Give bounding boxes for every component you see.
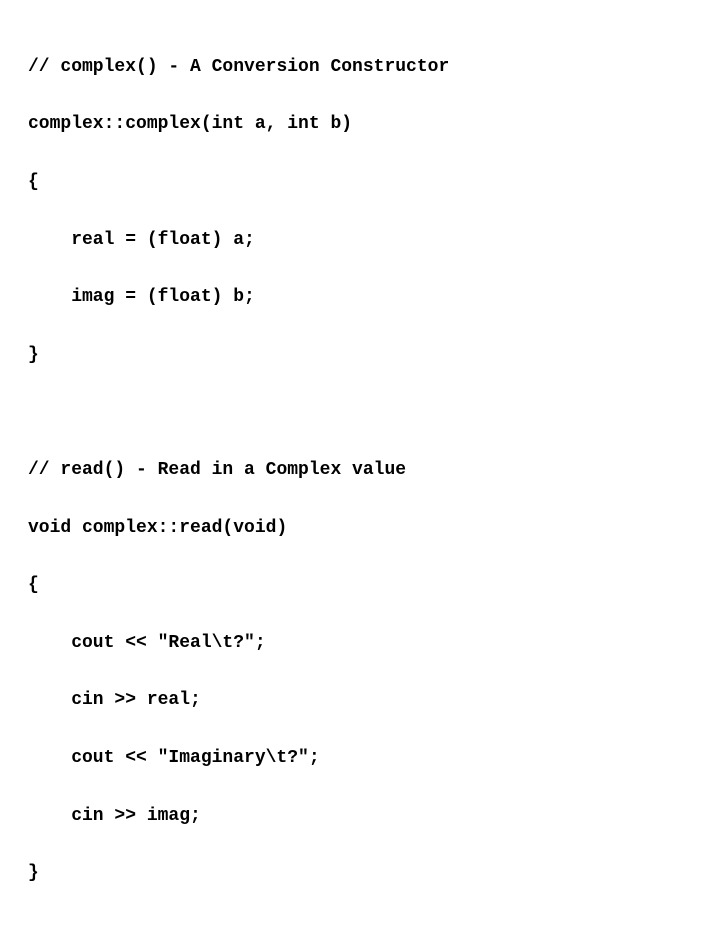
code-line: cout << "Real\t?"; — [28, 629, 692, 658]
code-line: imag = (float) b; — [28, 283, 692, 312]
code-line: { — [28, 571, 692, 600]
code-line: // complex() - A Conversion Constructor — [28, 53, 692, 82]
code-line: cin >> imag; — [28, 802, 692, 831]
code-line: real = (float) a; — [28, 226, 692, 255]
code-line — [28, 398, 692, 427]
code-line: // read() - Read in a Complex value — [28, 456, 692, 485]
code-line: { — [28, 168, 692, 197]
code-line: } — [28, 859, 692, 888]
code-line: cout << "Imaginary\t?"; — [28, 744, 692, 773]
code-line: cin >> real; — [28, 686, 692, 715]
code-snippet: // complex() - A Conversion Constructor … — [0, 0, 720, 941]
code-line: void complex::read(void) — [28, 514, 692, 543]
code-line: complex::complex(int a, int b) — [28, 110, 692, 139]
code-line: } — [28, 341, 692, 370]
